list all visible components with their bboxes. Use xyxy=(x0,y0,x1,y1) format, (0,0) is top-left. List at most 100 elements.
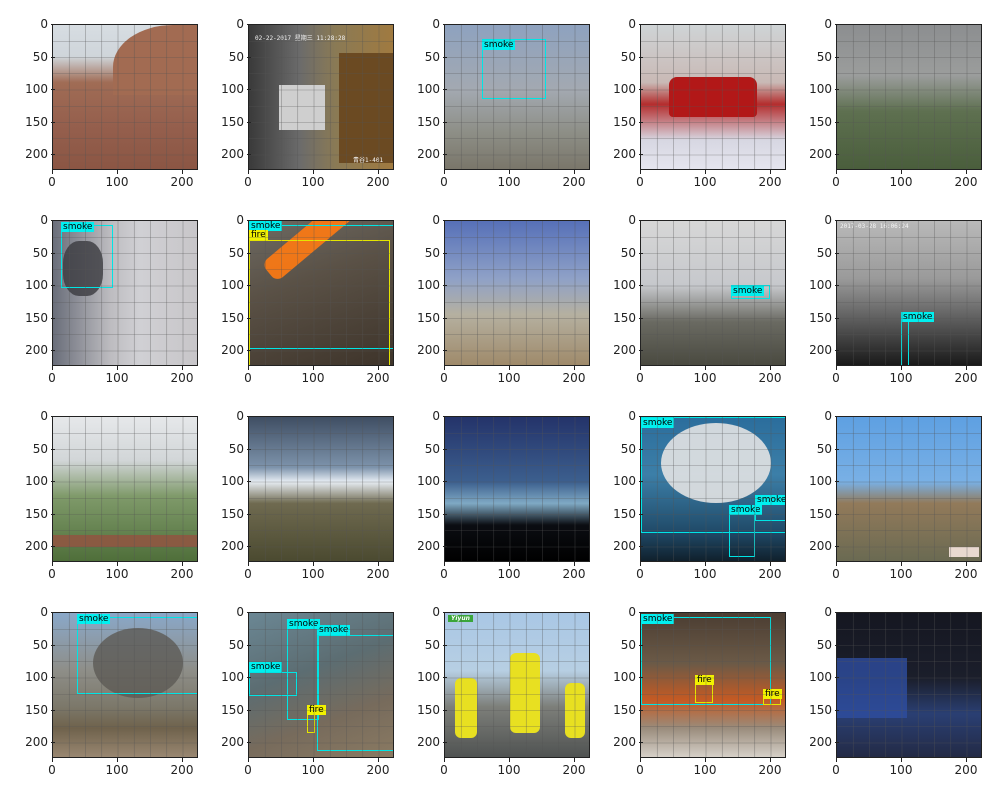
y-tick-label: 50 xyxy=(596,443,643,455)
y-tick-label: 50 xyxy=(596,247,643,259)
image-road-trees xyxy=(52,416,198,562)
y-tick-label: 200 xyxy=(400,540,447,552)
x-tick-label: 100 xyxy=(293,170,333,188)
x-tick-label: 100 xyxy=(489,170,529,188)
y-tick-label: 0 xyxy=(400,606,447,618)
y-tick-label: 200 xyxy=(204,540,251,552)
panel-19: smoke fire fire 0 50 100 150 200 0 100 200 xyxy=(588,606,786,790)
image-forest-fire: smoke fire xyxy=(248,220,394,366)
image-red-car-event xyxy=(640,24,786,170)
y-tick-label: 100 xyxy=(400,671,447,683)
panel-13: 0 50 100 150 200 0 100 200 xyxy=(392,410,590,594)
x-tick-label: 0 xyxy=(32,366,72,384)
x-tick-label: 100 xyxy=(881,170,921,188)
y-tick-label: 100 xyxy=(204,83,251,95)
y-tick-label: 0 xyxy=(596,18,643,30)
panel-8: 0 50 100 150 200 0 100 200 xyxy=(392,214,590,398)
panel-15: 0 50 100 150 200 0 100 200 xyxy=(784,410,982,594)
y-tick-label: 150 xyxy=(8,312,55,324)
y-tick-label: 150 xyxy=(596,508,643,520)
x-tick-label: 0 xyxy=(32,562,72,580)
panel-3: smoke 0 50 100 150 200 0 100 200 xyxy=(392,18,590,202)
y-tick-label: 200 xyxy=(596,344,643,356)
y-tick-label: 200 xyxy=(792,540,839,552)
y-tick-label: 150 xyxy=(792,704,839,716)
y-tick-label: 0 xyxy=(596,410,643,422)
x-tick-label: 100 xyxy=(293,758,333,776)
y-tick-label: 200 xyxy=(400,344,447,356)
smoke-label: smoke xyxy=(901,312,935,322)
y-tick-label: 100 xyxy=(204,279,251,291)
y-tick-label: 150 xyxy=(8,116,55,128)
x-tick-label: 100 xyxy=(293,562,333,580)
y-tick-label: 0 xyxy=(8,214,55,226)
y-tick-label: 100 xyxy=(8,671,55,683)
camera-label-overlay: 青谷1-401 xyxy=(353,157,384,164)
y-tick-label: 200 xyxy=(400,148,447,160)
y-tick-label: 0 xyxy=(792,214,839,226)
y-tick-label: 200 xyxy=(596,540,643,552)
y-tick-label: 100 xyxy=(792,279,839,291)
x-tick-label: 100 xyxy=(489,758,529,776)
y-tick-label: 100 xyxy=(400,475,447,487)
image-workers-vests: Yiyun xyxy=(444,612,590,758)
x-tick-label: 0 xyxy=(228,170,268,188)
y-tick-label: 50 xyxy=(596,639,643,651)
x-tick-label: 0 xyxy=(620,366,660,384)
y-tick-label: 0 xyxy=(204,18,251,30)
y-tick-label: 50 xyxy=(400,247,447,259)
x-tick-label: 100 xyxy=(685,366,725,384)
smoke-label: smoke xyxy=(641,418,675,428)
y-tick-label: 150 xyxy=(400,312,447,324)
panel-16: smoke 0 50 100 150 200 0 100 200 xyxy=(0,606,198,790)
y-tick-label: 0 xyxy=(400,214,447,226)
image-aerial-landscape xyxy=(836,24,982,170)
image-barren-hillside xyxy=(52,24,198,170)
y-tick-label: 0 xyxy=(8,18,55,30)
y-tick-label: 200 xyxy=(8,540,55,552)
x-tick-label: 100 xyxy=(489,562,529,580)
panel-1: 0 50 100 150 200 0 100 200 xyxy=(0,18,198,202)
image-grid: 0 50 100 150 200 0 100 200 02-22-2017 星期三 11:28… xyxy=(0,0,1000,800)
x-tick-label: 0 xyxy=(228,758,268,776)
y-tick-label: 50 xyxy=(792,51,839,63)
x-tick-label: 100 xyxy=(685,758,725,776)
image-fire-over-crowd: smoke fire fire xyxy=(640,612,786,758)
y-tick-label: 200 xyxy=(596,736,643,748)
y-tick-label: 100 xyxy=(792,671,839,683)
smoke-label: smoke xyxy=(482,40,516,50)
y-tick-label: 200 xyxy=(8,736,55,748)
y-tick-label: 50 xyxy=(792,639,839,651)
logo-badge: Yiyun xyxy=(448,615,473,622)
x-tick-label: 0 xyxy=(32,170,72,188)
x-tick-label: 0 xyxy=(424,562,464,580)
panel-4: 0 50 100 150 200 0 100 200 xyxy=(588,18,786,202)
y-tick-label: 100 xyxy=(204,475,251,487)
smoke-label: smoke xyxy=(77,614,111,624)
y-tick-label: 150 xyxy=(204,508,251,520)
y-tick-label: 50 xyxy=(8,51,55,63)
y-tick-label: 150 xyxy=(596,312,643,324)
smoke-label: smoke xyxy=(731,286,765,296)
y-tick-label: 50 xyxy=(400,443,447,455)
image-auditorium xyxy=(836,612,982,758)
y-tick-label: 100 xyxy=(8,83,55,95)
y-tick-label: 0 xyxy=(204,214,251,226)
y-tick-label: 100 xyxy=(596,671,643,683)
y-tick-label: 200 xyxy=(8,148,55,160)
image-building-smoke: smoke xyxy=(52,220,198,366)
y-tick-label: 50 xyxy=(792,443,839,455)
panel-9: smoke 0 50 100 150 200 0 100 200 xyxy=(588,214,786,398)
image-smoke-fire-blurred: smoke smoke smoke fire xyxy=(248,612,394,758)
y-tick-label: 0 xyxy=(8,606,55,618)
smoke-label: smoke xyxy=(317,625,351,635)
x-tick-label: 200 xyxy=(946,170,986,188)
y-tick-label: 150 xyxy=(596,116,643,128)
y-tick-label: 50 xyxy=(204,639,251,651)
y-tick-label: 50 xyxy=(204,51,251,63)
y-tick-label: 100 xyxy=(596,475,643,487)
fire-bbox xyxy=(249,240,390,365)
y-tick-label: 150 xyxy=(8,508,55,520)
x-tick-label: 100 xyxy=(881,366,921,384)
y-tick-label: 0 xyxy=(792,606,839,618)
